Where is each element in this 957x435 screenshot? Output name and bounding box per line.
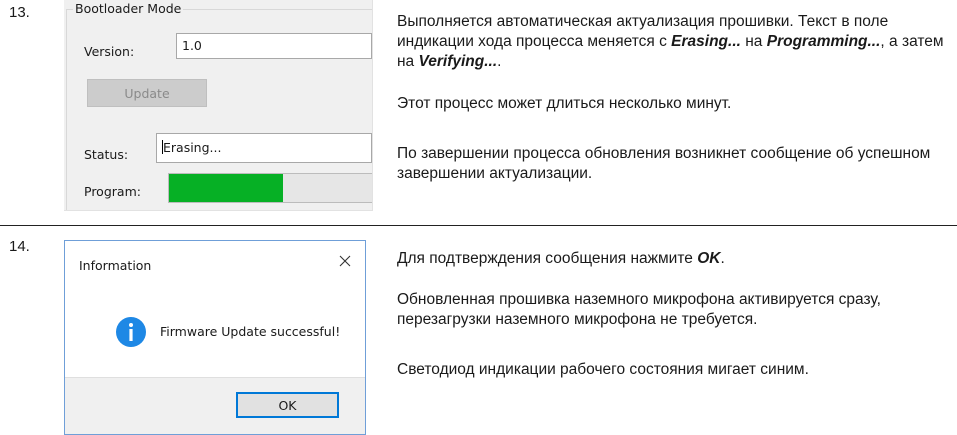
step-number-13: 13.	[9, 4, 30, 21]
program-label: Program:	[84, 184, 141, 199]
step14-paragraph-2: Обновленная прошивка наземного микрофона…	[397, 291, 881, 328]
erasing-emphasis: Erasing...	[671, 33, 741, 50]
step-divider	[0, 225, 957, 226]
program-progress-bar	[168, 173, 372, 203]
status-field[interactable]: Erasing...	[156, 133, 372, 163]
dialog-footer: OK	[65, 377, 365, 434]
step13-paragraph-1: Выполняется автоматическая актуализация …	[397, 12, 957, 72]
step-number-14: 14.	[9, 238, 30, 255]
close-icon[interactable]	[337, 253, 353, 269]
information-dialog: Information Firmware Update successful! …	[64, 240, 366, 435]
groupbox-title: Bootloader Mode	[73, 1, 184, 16]
dialog-message: Firmware Update successful!	[160, 324, 341, 339]
dialog-title: Information	[79, 258, 152, 273]
step14-paragraph-1: Для подтверждения сообщения нажмите OK.	[397, 249, 957, 269]
step14-text-a: Для подтверждения сообщения нажмите	[397, 250, 698, 267]
progress-fill	[169, 174, 284, 202]
programming-emphasis: Programming...	[766, 33, 881, 50]
step14-text-c: .	[720, 250, 725, 267]
version-field[interactable]: 1.0	[176, 33, 372, 59]
ok-emphasis: OK	[697, 250, 721, 267]
step13-text-e: .	[497, 53, 502, 70]
verifying-emphasis: Verifying...	[418, 53, 498, 70]
status-value: Erasing...	[163, 140, 222, 155]
status-label: Status:	[84, 147, 129, 162]
step13-paragraph-3: По завершении процесса обновления возник…	[397, 145, 931, 182]
update-button[interactable]: Update	[87, 79, 207, 107]
ok-button[interactable]: OK	[236, 392, 339, 418]
step13-paragraph-2: Этот процесс может длиться несколько мин…	[397, 95, 732, 112]
version-label: Version:	[84, 44, 135, 59]
step13-text-c: на	[740, 33, 767, 50]
info-icon	[116, 317, 146, 347]
bootloader-screenshot: Bootloader Mode Version: 1.0 Update Stat…	[64, 0, 373, 211]
step14-paragraph-3: Светодиод индикации рабочего состояния м…	[397, 361, 809, 378]
